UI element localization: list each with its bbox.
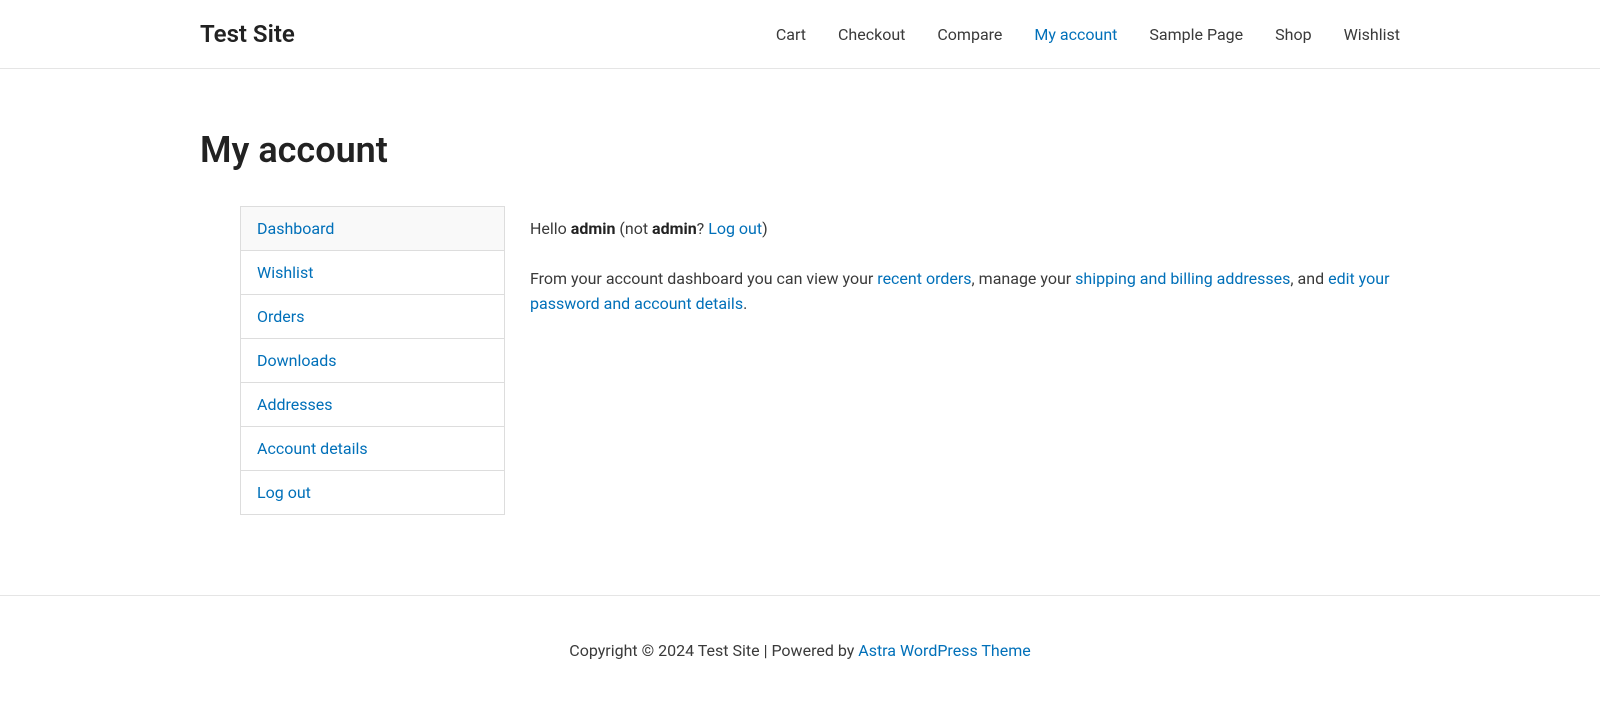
nav-compare[interactable]: Compare [937,25,1002,44]
recent-orders-link[interactable]: recent orders [877,269,971,288]
intro-text1: From your account dashboard you can view… [530,269,877,288]
account-content: Hello admin (not admin? Log out) From yo… [530,206,1400,515]
header-inner: Test Site Cart Checkout Compare My accou… [180,0,1420,68]
intro-text2: , manage your [972,269,1076,288]
greeting-question: ? [697,219,709,238]
nav-wishlist[interactable]: Wishlist [1344,25,1400,44]
account-nav-addresses[interactable]: Addresses [241,383,504,427]
greeting-closing: ) [762,219,768,238]
main-container: My account Dashboard Wishlist Orders Dow… [180,69,1420,595]
nav-cart[interactable]: Cart [776,25,806,44]
account-nav-dashboard[interactable]: Dashboard [241,207,504,251]
site-header: Test Site Cart Checkout Compare My accou… [0,0,1600,69]
greeting-username2: admin [652,219,697,238]
account-nav-wishlist[interactable]: Wishlist [241,251,504,295]
account-nav-logout[interactable]: Log out [241,471,504,514]
footer-text: Copyright © 2024 Test Site | Powered by [569,641,858,660]
intro-text3: , and [1290,269,1328,288]
account-nav: Dashboard Wishlist Orders Downloads Addr… [240,206,505,515]
footer-theme-link[interactable]: Astra WordPress Theme [858,641,1030,660]
account-wrap: Dashboard Wishlist Orders Downloads Addr… [200,206,1400,515]
addresses-link[interactable]: shipping and billing addresses [1075,269,1290,288]
account-nav-account-details[interactable]: Account details [241,427,504,471]
logout-link[interactable]: Log out [708,219,762,238]
account-nav-downloads[interactable]: Downloads [241,339,504,383]
site-footer: Copyright © 2024 Test Site | Powered by … [0,595,1600,705]
greeting-not-prefix: (not [615,219,652,238]
greeting-line: Hello admin (not admin? Log out) [530,216,1400,242]
primary-nav: Cart Checkout Compare My account Sample … [776,25,1400,44]
nav-shop[interactable]: Shop [1275,25,1311,44]
nav-sample-page[interactable]: Sample Page [1149,25,1243,44]
site-title[interactable]: Test Site [200,20,295,48]
page-title: My account [200,129,1400,171]
nav-checkout[interactable]: Checkout [838,25,905,44]
greeting-username: admin [571,219,616,238]
nav-my-account[interactable]: My account [1034,25,1117,44]
intro-text4: . [743,294,747,313]
greeting-hello: Hello [530,219,571,238]
intro-line: From your account dashboard you can view… [530,266,1400,317]
account-nav-orders[interactable]: Orders [241,295,504,339]
